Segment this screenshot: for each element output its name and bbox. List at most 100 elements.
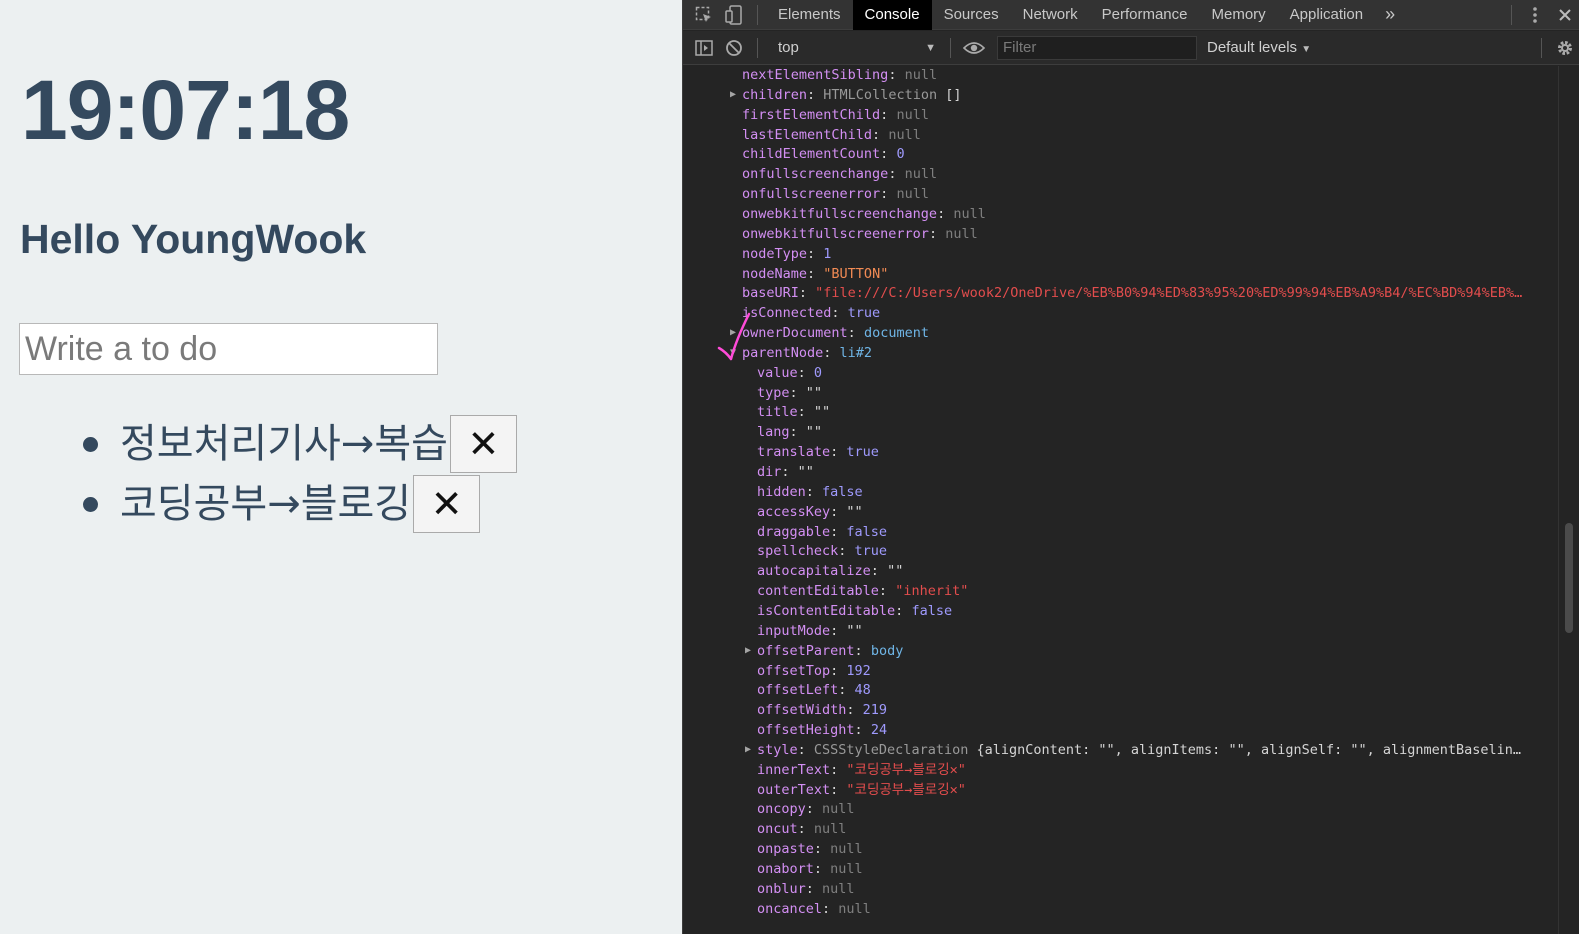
property-value: CSSStyleDeclaration	[813, 741, 969, 758]
console-property-row[interactable]: ▶ style: CSSStyleDeclaration {alignConten…	[745, 740, 1521, 760]
console-property-row[interactable]: ▼ parentNode: li#2	[730, 343, 873, 363]
colon: :	[880, 186, 897, 203]
console-scrollbar[interactable]	[1558, 66, 1579, 934]
todo-list: 정보처리기사→복습 ✕ 코딩공부→블로깅 ✕	[80, 414, 517, 534]
console-property-row: offsetHeight: 24	[757, 720, 887, 740]
console-property-row[interactable]: ▶ children: HTMLCollection []	[730, 85, 962, 105]
colon: :	[888, 67, 905, 83]
console-property-row: onabort: null	[757, 859, 863, 879]
inspect-icon[interactable]	[689, 0, 719, 30]
property-value: ""	[797, 464, 814, 480]
property-value: null	[904, 166, 938, 183]
colon: :	[797, 404, 814, 421]
scrollbar-thumb[interactable]	[1565, 523, 1573, 633]
console-property-row: onfullscreenerror: null	[742, 184, 929, 204]
console-property-row: inputMode: ""	[757, 621, 863, 641]
console-property-row: onfullscreenchange: null	[742, 164, 937, 184]
console-property-row: value: 0	[757, 363, 822, 383]
greeting: Hello YoungWook	[20, 216, 367, 262]
tab-console[interactable]: Console	[852, 0, 932, 30]
colon: :	[854, 642, 871, 659]
todo-input[interactable]	[19, 323, 438, 375]
property-key: innerText	[757, 761, 831, 778]
bullet-icon	[83, 436, 98, 452]
tab-performance[interactable]: Performance	[1090, 0, 1200, 30]
settings-icon[interactable]	[1550, 33, 1579, 63]
property-value: null	[896, 186, 929, 203]
property-key: style	[757, 741, 798, 758]
tab-elements[interactable]: Elements	[766, 0, 853, 30]
console-property-row: draggable: false	[757, 522, 887, 542]
collapsed-arrow-icon[interactable]: ▶	[730, 85, 736, 105]
todo-item: 코딩공부→블로깅 ✕	[80, 474, 517, 534]
context-value: top	[778, 39, 799, 56]
colon: :	[870, 563, 888, 580]
more-tabs-button[interactable]: »	[1375, 4, 1405, 25]
console-property-row: onwebkitfullscreenchange: null	[742, 204, 986, 224]
device-toggle-icon[interactable]	[719, 0, 749, 30]
divider	[1541, 37, 1542, 58]
property-value: ""	[846, 622, 863, 639]
eye-icon[interactable]	[959, 33, 989, 63]
colon: :	[830, 662, 847, 679]
close-icon[interactable]	[1550, 0, 1579, 30]
clear-console-icon[interactable]	[719, 33, 749, 63]
property-key: nodeName	[742, 265, 808, 282]
tab-memory[interactable]: Memory	[1200, 0, 1278, 30]
console-property-row: contentEditable: "inherit"	[757, 581, 968, 601]
property-value: body	[870, 642, 904, 659]
property-key: isContentEditable	[757, 602, 896, 619]
console-property-row[interactable]: ▶ offsetParent: body	[745, 641, 904, 661]
property-key: ownerDocument	[742, 325, 848, 342]
property-key: hidden	[757, 483, 806, 500]
property-value: null	[830, 841, 863, 858]
property-value: null	[830, 861, 863, 877]
console-property-row: childElementCount: 0	[742, 144, 905, 164]
property-value: ""	[805, 384, 823, 401]
collapsed-arrow-icon[interactable]: ▶	[745, 641, 751, 661]
property-value: li#2	[839, 344, 873, 361]
colon: :	[805, 880, 823, 897]
colon: :	[789, 384, 806, 401]
colon: :	[807, 265, 824, 282]
property-value: ""	[846, 503, 863, 520]
colon: :	[830, 503, 847, 520]
delete-todo-button[interactable]: ✕	[413, 475, 481, 533]
property-key: nextElementSibling	[742, 67, 889, 83]
property-value: true	[854, 543, 888, 560]
property-key: parentNode	[742, 344, 824, 361]
kebab-menu-icon[interactable]	[1520, 0, 1550, 30]
colon: :	[813, 861, 831, 877]
property-key: onpaste	[757, 841, 814, 858]
property-value: ""	[813, 404, 831, 421]
context-select[interactable]: top ▼	[770, 35, 942, 61]
property-key: spellcheck	[757, 543, 839, 560]
sidebar-toggle-icon[interactable]	[689, 33, 719, 63]
colon: :	[830, 523, 847, 540]
property-key: lang	[757, 424, 790, 441]
property-value: false	[846, 523, 888, 540]
tab-network[interactable]: Network	[1011, 0, 1090, 30]
colon: :	[830, 781, 847, 798]
console-filter-input[interactable]	[997, 35, 1197, 60]
colon: :	[830, 761, 847, 778]
property-value: document	[863, 325, 929, 342]
property-key: nodeType	[742, 245, 808, 262]
console-property-row[interactable]: ▶ ownerDocument: document	[730, 323, 929, 343]
console-property-row: lang: ""	[757, 422, 822, 442]
console-property-row: autocapitalize: ""	[757, 561, 903, 581]
log-levels-dropdown[interactable]: Default levels ▼	[1207, 39, 1311, 56]
property-value: null	[953, 205, 986, 222]
log-levels-label: Default levels	[1207, 39, 1298, 56]
tab-application[interactable]: Application	[1278, 0, 1375, 30]
delete-todo-button[interactable]: ✕	[449, 415, 517, 473]
console-property-row: title: ""	[757, 402, 830, 422]
console-property-row: onpaste: null	[757, 839, 863, 859]
dropdown-arrow-icon: ▼	[925, 41, 936, 54]
colon: :	[878, 583, 896, 600]
tab-sources[interactable]: Sources	[932, 0, 1011, 30]
console-property-row: nodeType: 1	[742, 244, 831, 264]
collapsed-arrow-icon[interactable]: ▶	[745, 740, 751, 760]
property-key: accessKey	[757, 503, 831, 520]
console-property-row: oncancel: null	[757, 899, 871, 919]
